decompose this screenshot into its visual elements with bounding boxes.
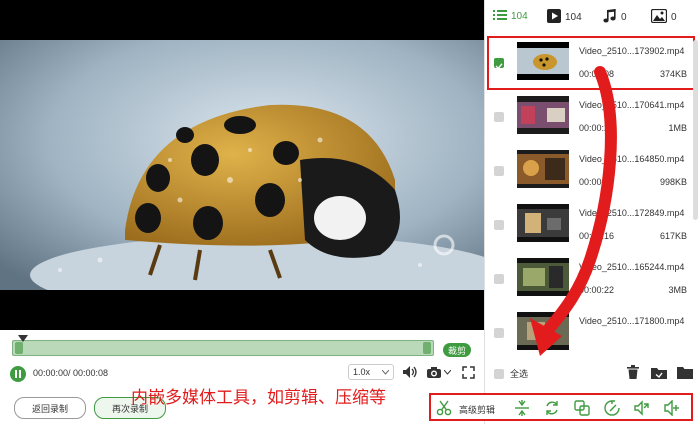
list-scrollbar[interactable] [693,40,698,220]
tab-all-count: 104 [511,11,528,22]
annotation-text: 内嵌多媒体工具，如剪辑、压缩等 [131,388,386,408]
tab-audio-count: 0 [621,12,627,23]
image-icon [650,8,668,26]
video-thumbnail [517,312,569,350]
tab-video-count: 104 [565,12,582,23]
list-item[interactable]: Video_2510...170641.mp4 00:00:23 1MB [485,90,691,144]
speed-select[interactable]: 1.0x [348,364,394,380]
fullscreen-icon[interactable] [460,364,476,380]
tab-image-count: 0 [671,12,677,23]
scissors-icon[interactable] [435,399,453,417]
save-to-folder-icon[interactable] [649,362,669,382]
file-name: Video_2510...165244.mp4 [579,262,685,272]
export-audio-icon[interactable] [633,399,651,417]
video-thumbnail [517,96,569,134]
file-name: Video_2510...172849.mp4 [579,208,685,218]
select-all-checkbox[interactable] [494,368,504,379]
tab-image[interactable]: 0 [650,8,677,26]
file-size: 1MB [668,123,687,133]
file-name: Video_2510...164850.mp4 [579,154,685,164]
camera-options-chevron-icon[interactable] [442,364,452,380]
file-duration: 00:00:16 [579,231,615,241]
video-player[interactable] [0,0,484,330]
item-checkbox[interactable] [494,274,504,284]
trash-icon[interactable] [623,362,643,382]
tab-video[interactable]: 104 [547,9,582,26]
pause-icon [14,365,22,383]
video-frame [0,40,484,290]
file-name: Video_2510...171800.mp4 [579,316,685,326]
media-tools-toolbar: 高级剪辑 [429,393,693,421]
select-all-label: 全选 [510,369,529,379]
playhead-marker[interactable] [18,335,28,343]
list-item[interactable]: Video_2510...165244.mp4 00:00:22 3MB [485,252,691,306]
timeline-track[interactable] [12,340,434,356]
playback-controls: 裁剪 00:00:00/ 00:00:08 1.0x 返回录制 再次录制 [0,330,484,424]
convert-icon[interactable] [543,399,561,417]
pause-button[interactable] [10,366,26,382]
video-icon [547,9,561,26]
select-all[interactable]: 全选 [494,367,528,380]
list-item[interactable]: Video_2510...164850.mp4 00:00:20 998KB [485,144,691,198]
file-duration: 00:00:22 [579,285,615,295]
list-item[interactable]: Video_2510...171800.mp4 [485,306,691,350]
video-thumbnail [517,204,569,242]
item-checkbox[interactable] [494,220,504,230]
item-checkbox[interactable] [494,166,504,176]
volume-icon[interactable] [402,364,418,380]
camera-icon[interactable] [426,364,442,380]
file-duration: 00:00:23 [579,123,615,133]
file-size: 998KB [659,177,687,187]
speed-value: 1.0x [353,367,371,377]
music-icon [603,9,617,26]
file-duration: 00:00:20 [579,177,615,187]
tab-audio[interactable]: 0 [603,9,627,26]
file-panel: 104 104 0 0 Video_2510...173902.mp4 00:0… [484,0,700,424]
folder-icon[interactable] [675,362,695,382]
selected-item-highlight [487,36,695,90]
compress-icon[interactable] [513,399,531,417]
chevron-down-icon [381,367,390,377]
file-size: 3MB [668,285,687,295]
list-item[interactable]: Video_2510...172849.mp4 00:00:16 617KB [485,198,691,252]
add-audio-icon[interactable] [663,399,681,417]
trim-button[interactable]: 裁剪 [443,343,471,357]
tab-all[interactable]: 104 [493,9,528,24]
rotate-icon[interactable] [603,399,621,417]
video-thumbnail [517,150,569,188]
media-tabs: 104 104 0 0 [485,0,700,34]
back-to-record-button[interactable]: 返回录制 [14,397,86,419]
list-icon [493,9,507,24]
trim-start-handle[interactable] [15,342,23,354]
merge-icon[interactable] [573,399,591,417]
trim-end-handle[interactable] [423,342,431,354]
item-checkbox[interactable] [494,328,504,338]
item-checkbox[interactable] [494,112,504,122]
file-name: Video_2510...170641.mp4 [579,100,685,110]
time-display: 00:00:00/ 00:00:08 [33,368,109,378]
video-thumbnail [517,258,569,296]
file-size: 617KB [659,231,687,241]
advanced-edit-button[interactable]: 高级剪辑 [459,403,495,416]
